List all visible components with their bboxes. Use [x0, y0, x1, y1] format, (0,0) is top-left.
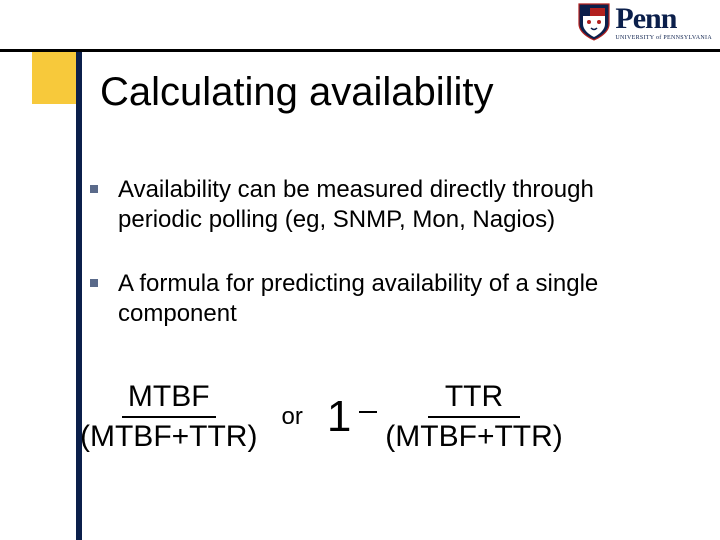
slide-title: Calculating availability: [100, 70, 494, 115]
formula-one: 1: [327, 395, 351, 439]
formula-row: MTBF (MTBF+TTR) or 1 TTR (MTBF+TTR): [80, 380, 700, 454]
fraction-denominator: (MTBF+TTR): [385, 418, 562, 455]
bullet-marker-icon: [90, 279, 98, 287]
bullet-text: A formula for predicting availability of…: [118, 269, 670, 329]
minus-icon: [359, 411, 377, 413]
bullet-marker-icon: [90, 185, 98, 193]
penn-subtitle: UNIVERSITY of PENNSYLVANIA: [615, 35, 712, 41]
fraction-right: TTR (MTBF+TTR): [385, 380, 562, 454]
penn-wordmark: Penn: [615, 4, 712, 34]
fraction-numerator: MTBF: [122, 380, 216, 418]
list-item: A formula for predicting availability of…: [90, 269, 670, 329]
bullet-text: Availability can be measured directly th…: [118, 175, 670, 235]
accent-navy-bar: [76, 52, 82, 540]
slide: Penn UNIVERSITY of PENNSYLVANIA Calculat…: [0, 0, 720, 540]
fraction-denominator: (MTBF+TTR): [80, 418, 257, 455]
penn-logo-text: Penn UNIVERSITY of PENNSYLVANIA: [615, 4, 712, 41]
fraction-left: MTBF (MTBF+TTR): [80, 380, 257, 454]
formula-right: 1 TTR (MTBF+TTR): [327, 380, 563, 454]
top-rule: [0, 49, 720, 52]
penn-shield-icon: [577, 2, 611, 42]
penn-logo: Penn UNIVERSITY of PENNSYLVANIA: [577, 2, 712, 42]
fraction-numerator: TTR: [428, 380, 520, 418]
accent-yellow-block: [32, 52, 82, 104]
list-item: Availability can be measured directly th…: [90, 175, 670, 235]
bullet-list: Availability can be measured directly th…: [90, 175, 670, 363]
formula-connector: or: [277, 403, 306, 431]
